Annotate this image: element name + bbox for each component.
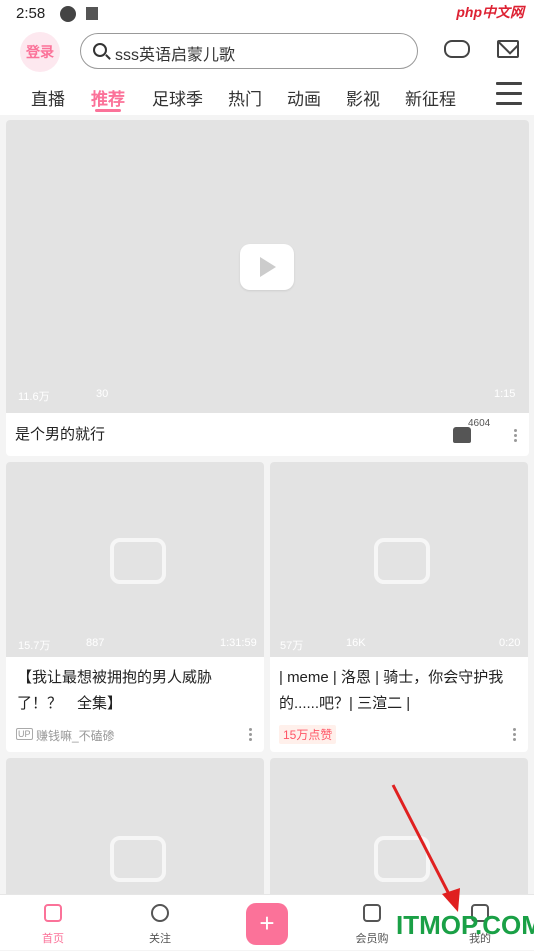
- annotation-arrow: [391, 784, 460, 912]
- watermark-itmop: ITMOP.COM: [396, 910, 534, 940]
